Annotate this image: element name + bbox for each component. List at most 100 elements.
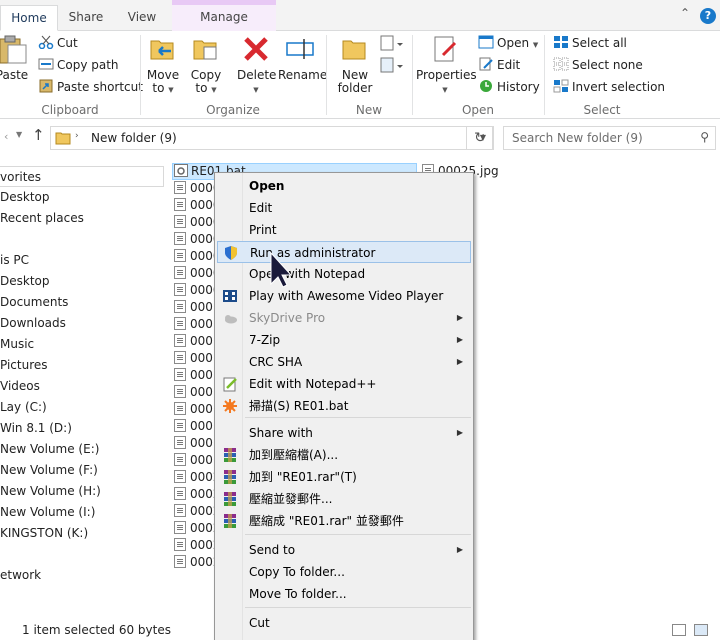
file-item[interactable]: 0001 bbox=[174, 452, 216, 469]
file-item[interactable]: 0002 bbox=[174, 554, 216, 571]
copy-path-button[interactable]: Copy path bbox=[38, 55, 119, 75]
nav-pictures[interactable]: Pictures bbox=[0, 355, 48, 376]
rename-icon bbox=[286, 39, 314, 59]
file-item[interactable]: 0000 bbox=[174, 197, 216, 214]
open-button[interactable]: Open ▼ bbox=[478, 33, 538, 53]
nav-downloads[interactable]: Downloads bbox=[0, 313, 66, 334]
nav-drive-i[interactable]: New Volume (I:) bbox=[0, 502, 95, 523]
menu-item-send-to[interactable]: Send to ▶ bbox=[217, 539, 471, 561]
back-arrow-icon[interactable]: ‹ bbox=[4, 130, 8, 143]
nav-drive-e[interactable]: New Volume (E:) bbox=[0, 439, 99, 460]
search-input[interactable]: Search New folder (9) bbox=[512, 131, 643, 145]
file-item[interactable]: 0002 bbox=[174, 469, 216, 486]
paste-shortcut-button[interactable]: Paste shortcut bbox=[38, 77, 143, 97]
new-group-label: New bbox=[355, 103, 383, 117]
nav-music[interactable]: Music bbox=[0, 334, 34, 355]
file-item[interactable]: 0001 bbox=[174, 401, 216, 418]
rename-button[interactable]: Rename bbox=[278, 33, 327, 82]
file-item[interactable]: 0002 bbox=[174, 503, 216, 520]
easy-access-icon[interactable] bbox=[380, 57, 404, 75]
tab-view[interactable]: View bbox=[114, 5, 170, 31]
mouse-cursor-icon bbox=[270, 252, 292, 288]
history-button[interactable]: History bbox=[478, 77, 540, 97]
file-item[interactable]: 0001 bbox=[174, 384, 216, 401]
menu-item-re01-rar-t[interactable]: 加到 "RE01.rar"(T) bbox=[217, 466, 471, 488]
new-item-icon[interactable] bbox=[380, 35, 404, 53]
menu-item-share-with[interactable]: Share with ▶ bbox=[217, 422, 471, 444]
large-icons-view-icon[interactable] bbox=[694, 624, 708, 636]
file-item[interactable]: 0001 bbox=[174, 316, 216, 333]
nav-drive-f[interactable]: New Volume (F:) bbox=[0, 460, 98, 481]
up-arrow-icon[interactable]: ↑ bbox=[32, 126, 45, 144]
file-item[interactable]: 0001 bbox=[174, 350, 216, 367]
menu-item-run-as-administrator[interactable]: Run as administrator bbox=[217, 241, 471, 263]
menu-item-7-zip[interactable]: 7-Zip ▶ bbox=[217, 329, 471, 351]
file-item[interactable]: 0001 bbox=[174, 435, 216, 452]
file-explorer-window: Home Share View Manage ⌃ ? Paste Cut Cop… bbox=[0, 0, 720, 640]
menu-item-item-14[interactable]: 壓縮並發郵件... bbox=[217, 488, 471, 510]
select-all-button[interactable]: Select all bbox=[553, 33, 627, 53]
menu-item-edit-with-notepad[interactable]: Edit with Notepad++ bbox=[217, 373, 471, 395]
breadcrumb-chevron-icon[interactable]: › bbox=[75, 131, 79, 141]
menu-item-s-re01-bat[interactable]: 掃描(S) RE01.bat bbox=[217, 395, 471, 417]
tab-manage[interactable]: Manage bbox=[172, 5, 276, 31]
file-item[interactable]: 0000 bbox=[174, 265, 216, 282]
file-item[interactable]: 0001 bbox=[174, 333, 216, 350]
select-none-button[interactable]: Select none bbox=[553, 55, 643, 75]
file-item[interactable]: 0002 bbox=[174, 520, 216, 537]
nav-documents[interactable]: Documents bbox=[0, 292, 68, 313]
menu-item-edit[interactable]: Edit bbox=[217, 197, 471, 219]
paste-button[interactable]: Paste bbox=[0, 33, 30, 82]
nav-videos[interactable]: Videos bbox=[0, 376, 40, 397]
file-item[interactable]: 0000 bbox=[174, 282, 216, 299]
minimize-ribbon-icon[interactable]: ⌃ bbox=[680, 6, 690, 20]
delete-button[interactable]: Delete ▼ bbox=[237, 33, 276, 97]
nav-drive-c[interactable]: Lay (C:) bbox=[0, 397, 47, 418]
file-item[interactable]: 0002 bbox=[174, 537, 216, 554]
menu-item-move-to-folder[interactable]: Move To folder... bbox=[217, 583, 471, 605]
file-item[interactable]: 0000 bbox=[174, 180, 216, 197]
file-item[interactable]: 0000 bbox=[174, 214, 216, 231]
properties-button[interactable]: Properties ▼ bbox=[416, 33, 477, 97]
nav-drive-h[interactable]: New Volume (H:) bbox=[0, 481, 101, 502]
edit-button[interactable]: Edit bbox=[478, 55, 520, 75]
menu-item-a[interactable]: 加到壓縮檔(A)... bbox=[217, 444, 471, 466]
details-view-icon[interactable] bbox=[672, 624, 686, 636]
file-item[interactable]: 0001 bbox=[174, 367, 216, 384]
file-item[interactable]: 0000 bbox=[174, 231, 216, 248]
move-to-button[interactable]: Move to ▼ bbox=[145, 33, 181, 97]
menu-item-print[interactable]: Print bbox=[217, 219, 471, 241]
nav-this-pc[interactable]: is PC bbox=[0, 250, 29, 271]
menu-item-re01-rar[interactable]: 壓縮成 "RE01.rar" 並發郵件 bbox=[217, 510, 471, 532]
file-item[interactable]: 0001 bbox=[174, 299, 216, 316]
file-item[interactable]: 0002 bbox=[174, 486, 216, 503]
nav-recent-places[interactable]: Recent places bbox=[0, 208, 84, 229]
file-item[interactable]: 0000 bbox=[174, 248, 216, 265]
menu-item-open-with-notepad[interactable]: Open with Notepad bbox=[217, 263, 471, 285]
search-box[interactable]: Search New folder (9) ⚲ bbox=[503, 126, 716, 150]
menu-item-open[interactable]: Open bbox=[217, 175, 471, 197]
nav-drive-d[interactable]: Win 8.1 (D:) bbox=[0, 418, 72, 439]
refresh-button[interactable]: ↻ bbox=[466, 126, 494, 150]
open-label: Open bbox=[497, 36, 530, 50]
nav-pc-desktop[interactable]: Desktop bbox=[0, 271, 50, 292]
nav-desktop[interactable]: Desktop bbox=[0, 187, 50, 208]
tab-home[interactable]: Home bbox=[0, 5, 58, 31]
nav-favorites[interactable]: vorites bbox=[0, 166, 164, 187]
menu-item-copy-to-folder[interactable]: Copy To folder... bbox=[217, 561, 471, 583]
file-item[interactable]: 0001 bbox=[174, 418, 216, 435]
menu-item-label: 壓縮並發郵件... bbox=[249, 492, 333, 506]
menu-item-play-with-awesome-video-player[interactable]: Play with Awesome Video Player bbox=[217, 285, 471, 307]
nav-drive-k[interactable]: KINGSTON (K:) bbox=[0, 523, 88, 544]
recent-locations-icon[interactable]: ▼ bbox=[16, 130, 22, 139]
cut-button[interactable]: Cut bbox=[38, 33, 78, 53]
tab-share[interactable]: Share bbox=[58, 5, 114, 31]
copy-to-button[interactable]: Copy to ▼ bbox=[188, 33, 224, 97]
menu-item-cut[interactable]: Cut bbox=[217, 612, 471, 634]
menu-item-crc-sha[interactable]: CRC SHA ▶ bbox=[217, 351, 471, 373]
address-bar[interactable]: › New folder (9) ▼ bbox=[50, 126, 493, 150]
help-icon[interactable]: ? bbox=[700, 8, 716, 24]
nav-network[interactable]: etwork bbox=[0, 565, 41, 586]
new-folder-button[interactable]: New folder bbox=[334, 33, 376, 95]
invert-selection-button[interactable]: Invert selection bbox=[553, 77, 665, 97]
